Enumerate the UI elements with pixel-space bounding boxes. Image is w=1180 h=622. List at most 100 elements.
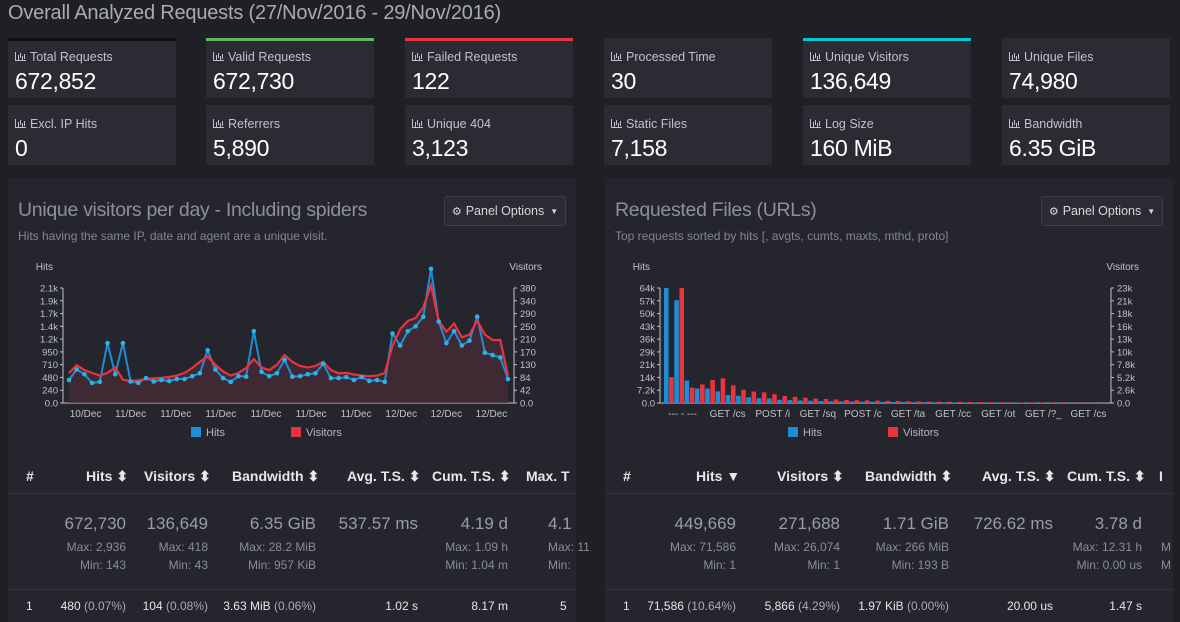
hits-point [228, 379, 234, 385]
col-maxts[interactable]: I [1159, 468, 1163, 484]
col-cumts[interactable]: Cum. T.S. ⬍ [1067, 468, 1146, 485]
hits-bar [921, 402, 927, 403]
hits-bar [725, 394, 731, 403]
hits-point [189, 373, 195, 379]
hits-bar [828, 401, 834, 403]
hits-bar [931, 402, 937, 403]
col-avgts[interactable]: Avg. T.S. ⬍ [347, 468, 420, 485]
visitors-bar [1009, 402, 1014, 403]
hits-point [89, 380, 95, 386]
visitors-swatch [888, 427, 898, 437]
sum-bandwidth: 1.71 GiB [882, 514, 949, 533]
hits-point [259, 369, 264, 375]
col-maxts[interactable]: Max. T [526, 468, 570, 484]
bar-chart-icon [611, 119, 622, 128]
stat-label: Excl. IP Hits [15, 117, 97, 131]
col-visitors[interactable]: Visitors ⬍ [144, 468, 211, 485]
sum-cumts-min: Min: 1.04 m [445, 558, 508, 572]
col-bandwidth[interactable]: Bandwidth ⬍ [865, 468, 952, 485]
row-bandwidth: 3.63 MiB (0.06%) [223, 599, 316, 613]
hits-bar [736, 395, 741, 403]
sum-cumts: 4.19 d [460, 514, 508, 533]
hits-point [390, 331, 395, 336]
sum-avgts: 726.62 ms [973, 514, 1053, 533]
sum-hits-min: Min: 1 [703, 558, 736, 572]
stat-value: 6.35 GiB [1009, 135, 1097, 161]
table-row[interactable]: 1 480 (0.07%) 104 (0.08%) 3.63 MiB (0.06%) 1… [8, 590, 576, 622]
bar-chart-icon [810, 119, 821, 128]
stat-card-total-requests: Total Requests 672,852 [8, 38, 176, 98]
sum-visitors-min: Min: 43 [168, 558, 208, 572]
y-tick-label: 0.0 [45, 399, 58, 410]
y-tick-label: 240 [42, 386, 58, 397]
bar-chart-icon [1009, 52, 1020, 61]
files-chart: Hits Visitors 64k57k 50k 43k 36k29k 21k 14k 7.2k… [633, 263, 1139, 420]
hits-swatch [191, 427, 201, 437]
hits-point [205, 347, 210, 353]
row-num: 1 [26, 599, 33, 613]
y2-tick-label: 0.0 [1117, 399, 1130, 410]
stat-label: Referrers [213, 117, 280, 131]
col-hits[interactable]: Hits ▼ [696, 468, 740, 484]
bar-chart-icon [412, 119, 423, 128]
hits-bar [880, 401, 885, 403]
col-cumts[interactable]: Cum. T.S. ⬍ [432, 468, 511, 485]
sum-cumts-max: Max: 12.31 h [1072, 540, 1142, 554]
stat-label: Static Files [611, 117, 687, 131]
stat-label: Unique 404 [412, 117, 491, 131]
hits-bar [952, 402, 958, 403]
panel-options-button[interactable]: ⚙ Panel Options ▼ [1041, 196, 1163, 226]
sort-icon: ⬍ [307, 468, 320, 484]
y-tick-label: 50k [640, 309, 656, 320]
y-tick-label: 21k [640, 360, 656, 371]
y2-tick-label: 170 [520, 347, 536, 358]
hits-point [282, 357, 287, 363]
col-hits[interactable]: Hits ⬍ [86, 468, 128, 485]
col-bandwidth[interactable]: Bandwidth ⬍ [232, 468, 319, 485]
x-tick-label: --- - --- [668, 409, 697, 420]
hits-bar [808, 400, 813, 403]
x-tick-label: 11/Dec [341, 409, 372, 420]
col-visitors[interactable]: Visitors ⬍ [777, 468, 844, 485]
table-row[interactable]: 1 71,586 (10.64%) 5,866 (4.29%) 1.97 KiB (0… [605, 590, 1173, 622]
legend-visitors: Visitors [291, 427, 342, 439]
panel-options-button[interactable]: ⚙ Panel Options ▼ [444, 196, 566, 226]
bar-chart-icon [213, 119, 224, 128]
visitors-bar [957, 401, 963, 403]
hits-point [459, 343, 465, 348]
visitors-bar [895, 401, 901, 403]
stat-value: 3,123 [412, 135, 469, 161]
y2-tick-label: 0.0 [520, 399, 533, 410]
x-tick-label: GET /cc [935, 409, 971, 420]
hits-point [405, 328, 411, 334]
sum-hits-max: Max: 2,936 [66, 540, 126, 554]
legend-hits: Hits [191, 427, 225, 439]
hits-bar [674, 300, 679, 403]
stat-label: Bandwidth [1009, 117, 1082, 131]
y2-tick-label: 10k [1117, 347, 1133, 358]
stat-value: 0 [15, 135, 28, 161]
visitors-bar [761, 392, 767, 403]
col-avgts[interactable]: Avg. T.S. ⬍ [982, 468, 1055, 485]
visitors-bar [998, 402, 1004, 403]
y-axis-title: Hits [633, 263, 650, 273]
stat-label: Valid Requests [213, 50, 311, 64]
hits-point [182, 376, 187, 382]
hits-point [482, 350, 488, 355]
y-tick-label: 710 [42, 360, 58, 371]
y-tick-label: 57k [640, 296, 656, 307]
sum-visitors-min: Min: 1 [807, 558, 840, 572]
hits-point [497, 355, 503, 360]
hits-bar [756, 398, 762, 403]
y-tick-label: 29k [640, 347, 656, 358]
y2-tick-label: 13k [1117, 335, 1133, 346]
row-cumts: 1.47 s [1109, 599, 1142, 613]
hits-bar [890, 402, 896, 403]
sort-icon: ⬍ [1133, 468, 1146, 484]
hits-bar [900, 402, 906, 403]
visitors-chart: Hits Visitors 2.1k1.9k 1.7k 1.4k 1.2k950 710 48… [36, 263, 542, 420]
hits-bar [797, 400, 803, 403]
panel-title: Requested Files (URLs) [615, 199, 817, 221]
x-tick-label: 12/Dec [385, 409, 417, 420]
hits-point [359, 374, 364, 380]
